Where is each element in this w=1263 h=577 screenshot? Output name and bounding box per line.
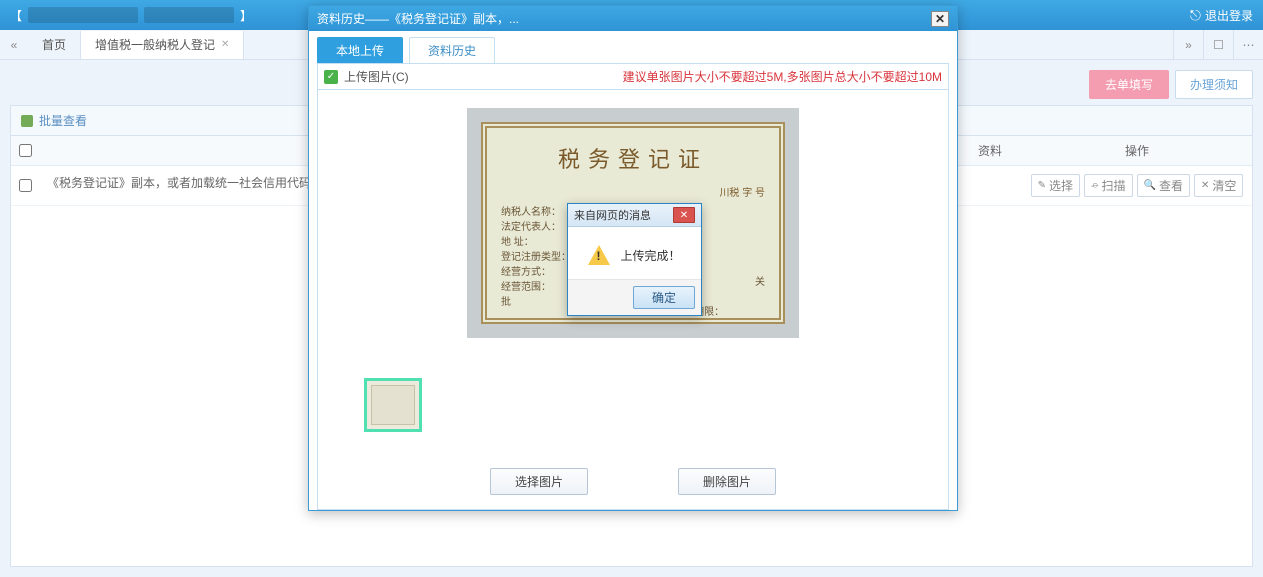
select-icon: ✎ bbox=[1038, 180, 1046, 191]
op-clear-button[interactable]: ✕清空 bbox=[1194, 174, 1243, 197]
panel-title-text: 批量查看 bbox=[39, 112, 87, 129]
grid-header-check bbox=[11, 136, 39, 165]
dialog-title-text: 资料历史——《税务登记证》副本，... bbox=[317, 10, 519, 27]
alert-ok-button[interactable]: 确定 bbox=[633, 286, 695, 309]
op-view-button[interactable]: 🔍查看 bbox=[1137, 174, 1190, 197]
tab-bar-right: » ☐ ⋯ bbox=[1173, 30, 1263, 60]
manage-button[interactable]: 办理须知 bbox=[1175, 70, 1253, 99]
cert-sub: 川税 字 号 bbox=[501, 184, 765, 199]
delete-image-button[interactable]: 删除图片 bbox=[678, 468, 776, 495]
tab-close-icon[interactable]: ✕ bbox=[221, 39, 229, 50]
row-checkbox[interactable] bbox=[19, 179, 32, 192]
fill-form-button[interactable]: 去单填写 bbox=[1089, 70, 1169, 99]
dialog-close-button[interactable]: ✕ bbox=[931, 11, 949, 27]
op-scan-button[interactable]: ⌮扫描 bbox=[1084, 174, 1132, 197]
logout-icon: ⎋ bbox=[1190, 7, 1201, 24]
upload-bar: ✓ 上传图片(C) 建议单张图片大小不要超过5M,多张图片总大小不要超过10M bbox=[317, 63, 949, 90]
header-mask bbox=[28, 7, 138, 23]
tab-current[interactable]: 增值税一般纳税人登记 ✕ bbox=[81, 31, 244, 59]
logout-label: 退出登录 bbox=[1205, 7, 1253, 24]
tab-current-label: 增值税一般纳税人登记 bbox=[95, 36, 215, 53]
logout-button[interactable]: ⎋ 退出登录 bbox=[1190, 7, 1253, 24]
row-ops: ✎选择 ⌮扫描 🔍查看 ✕清空 bbox=[1022, 166, 1252, 205]
clear-icon: ✕ bbox=[1201, 180, 1209, 191]
bracket: 】 bbox=[240, 7, 252, 24]
grid-header-ops: 操作 bbox=[1022, 136, 1252, 165]
thumbnail-inner bbox=[371, 385, 415, 425]
panel-title-icon bbox=[21, 115, 33, 127]
cert-title: 税务登记证 bbox=[501, 142, 765, 174]
tab-home[interactable]: 首页 bbox=[28, 31, 81, 59]
tab-menu-button[interactable]: ⋯ bbox=[1233, 30, 1263, 60]
op-select-label: 选择 bbox=[1049, 177, 1073, 194]
alert-body: 上传完成！ bbox=[568, 227, 701, 279]
tab-home-label: 首页 bbox=[42, 36, 66, 53]
alert-title-bar[interactable]: 来自网页的消息 ✕ bbox=[568, 204, 701, 227]
row-check-cell bbox=[11, 166, 39, 205]
scan-icon: ⌮ bbox=[1091, 180, 1098, 191]
op-scan-label: 扫描 bbox=[1101, 177, 1125, 194]
upload-hint: 建议单张图片大小不要超过5M,多张图片总大小不要超过10M bbox=[623, 68, 942, 85]
dialog-tab-history[interactable]: 资料历史 bbox=[409, 37, 495, 63]
op-select-button[interactable]: ✎选择 bbox=[1031, 174, 1080, 197]
upload-check-icon: ✓ bbox=[324, 70, 338, 84]
dialog-tabs: 本地上传 资料历史 bbox=[309, 31, 957, 63]
tab-maximize-button[interactable]: ☐ bbox=[1203, 30, 1233, 60]
op-view-label: 查看 bbox=[1159, 177, 1183, 194]
dialog-title-bar[interactable]: 资料历史——《税务登记证》副本，... ✕ bbox=[309, 6, 957, 31]
upload-label[interactable]: 上传图片(C) bbox=[344, 68, 409, 85]
tab-next-button[interactable]: » bbox=[1173, 30, 1203, 60]
thumbnail[interactable] bbox=[364, 378, 422, 432]
alert-message: 上传完成！ bbox=[620, 247, 680, 264]
alert-footer: 确定 bbox=[568, 279, 701, 315]
op-clear-label: 清空 bbox=[1212, 177, 1236, 194]
tab-prev-button[interactable]: « bbox=[0, 30, 28, 59]
view-icon: 🔍 bbox=[1144, 180, 1156, 191]
warning-icon bbox=[588, 245, 610, 265]
dialog-tab-local[interactable]: 本地上传 bbox=[317, 37, 403, 63]
dialog-button-row: 选择图片 删除图片 bbox=[326, 468, 940, 495]
alert-box: 来自网页的消息 ✕ 上传完成！ 确定 bbox=[567, 203, 702, 316]
alert-close-button[interactable]: ✕ bbox=[673, 207, 695, 223]
alert-title-text: 来自网页的消息 bbox=[574, 207, 673, 223]
select-image-button[interactable]: 选择图片 bbox=[490, 468, 588, 495]
select-all-checkbox[interactable] bbox=[19, 144, 32, 157]
bracket: 【 bbox=[10, 7, 22, 24]
header-mask bbox=[144, 7, 234, 23]
